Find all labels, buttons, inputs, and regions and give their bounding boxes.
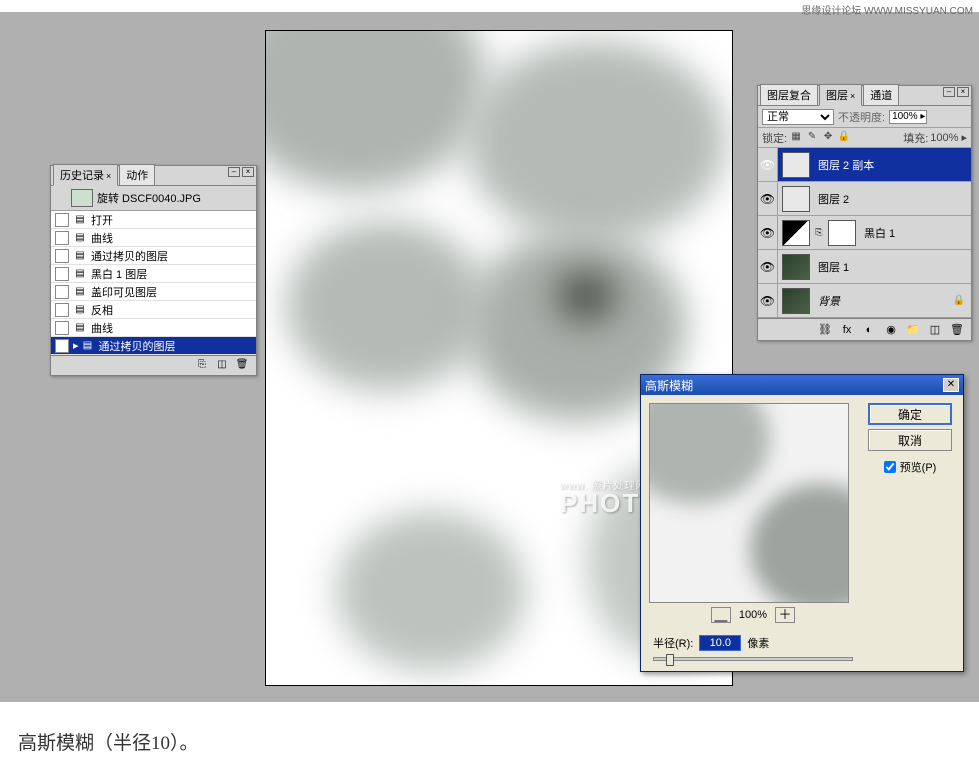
visibility-icon[interactable]: 👁 bbox=[758, 148, 778, 181]
blend-mode-select[interactable]: 正常 bbox=[762, 109, 834, 125]
layer-name[interactable]: 黑白 1 bbox=[860, 225, 895, 241]
doc-icon: ▤ bbox=[73, 267, 87, 281]
preview-box[interactable] bbox=[649, 403, 849, 603]
layer-item[interactable]: 👁 图层 2 副本 bbox=[758, 148, 971, 182]
layer-name[interactable]: 背景 bbox=[814, 293, 840, 309]
layer-thumb bbox=[782, 152, 810, 178]
lock-move-icon[interactable]: ✥ bbox=[821, 131, 835, 145]
gaussian-blur-dialog: 高斯模糊 ✕ ⎽ 100% ＋ 确定 取消 预览(P) 半径(R): 像素 bbox=[640, 374, 964, 672]
history-panel: 历史记录× 动作 – × 旋转 DSCF0040.JPG ▤打开 ▤曲线 ▤通过… bbox=[50, 165, 257, 376]
dialog-titlebar[interactable]: 高斯模糊 ✕ bbox=[641, 375, 963, 395]
lock-transparent-icon[interactable]: ▦ bbox=[789, 131, 803, 145]
layers-panel: 图层复合 图层× 通道 – × 正常 不透明度: 100% ▸ 锁定: ▦ ✎ … bbox=[757, 85, 972, 341]
history-item[interactable]: ▤打开 bbox=[51, 211, 256, 229]
watermark-top: 思缘设计论坛 WWW.MISSYUAN.COM bbox=[801, 2, 973, 17]
tab-layer-comps[interactable]: 图层复合 bbox=[760, 84, 818, 105]
history-item[interactable]: ▤盖印可见图层 bbox=[51, 283, 256, 301]
panel-minimize-icon[interactable]: – bbox=[943, 87, 955, 97]
layer-item[interactable]: 👁 ⎘ 黑白 1 bbox=[758, 216, 971, 250]
history-snapshot[interactable]: 旋转 DSCF0040.JPG bbox=[51, 186, 256, 211]
snapshot-thumb bbox=[71, 189, 93, 207]
history-cursor-icon: ▸ bbox=[73, 339, 79, 352]
lock-label: 锁定: bbox=[762, 130, 787, 146]
layer-item[interactable]: 👁 背景 🔒 bbox=[758, 284, 971, 318]
history-item[interactable]: ▤曲线 bbox=[51, 229, 256, 247]
doc-icon: ▤ bbox=[73, 303, 87, 317]
folder-icon[interactable]: 📁 bbox=[905, 323, 921, 336]
layer-name[interactable]: 图层 1 bbox=[814, 259, 849, 275]
slider-thumb[interactable] bbox=[666, 654, 674, 666]
radius-slider[interactable] bbox=[653, 657, 853, 661]
snapshot-name: 旋转 DSCF0040.JPG bbox=[97, 190, 201, 206]
caption-text: 高斯模糊（半径10）。 bbox=[18, 728, 199, 755]
fill-field[interactable]: 100% ▸ bbox=[930, 131, 967, 144]
trash-icon[interactable]: 🗑 bbox=[234, 359, 250, 373]
layer-item[interactable]: 👁 图层 1 bbox=[758, 250, 971, 284]
layer-thumb bbox=[782, 220, 810, 246]
preview-checkbox-input[interactable] bbox=[884, 461, 896, 473]
new-snapshot-icon[interactable]: ◫ bbox=[214, 359, 230, 373]
doc-icon: ▤ bbox=[73, 285, 87, 299]
layer-thumb bbox=[782, 186, 810, 212]
zoom-in-button[interactable]: ＋ bbox=[775, 607, 795, 623]
tab-channels[interactable]: 通道 bbox=[863, 84, 899, 105]
history-item[interactable]: ▤通过拷贝的图层 bbox=[51, 247, 256, 265]
history-item[interactable]: ▸ ▤ 通过拷贝的图层 bbox=[51, 337, 256, 355]
fill-label: 填充: bbox=[903, 130, 928, 146]
cancel-button[interactable]: 取消 bbox=[868, 429, 952, 451]
doc-icon: ▤ bbox=[73, 321, 87, 335]
visibility-icon[interactable]: 👁 bbox=[758, 182, 778, 215]
zoom-level: 100% bbox=[739, 609, 767, 621]
ok-button[interactable]: 确定 bbox=[868, 403, 952, 425]
visibility-icon[interactable]: 👁 bbox=[758, 216, 778, 249]
layer-mask-thumb bbox=[828, 220, 856, 246]
radius-input[interactable] bbox=[699, 635, 741, 651]
layer-thumb bbox=[782, 254, 810, 280]
tab-actions[interactable]: 动作 bbox=[119, 164, 155, 185]
adjustment-icon[interactable]: ◉ bbox=[883, 323, 899, 336]
visibility-icon[interactable]: 👁 bbox=[758, 250, 778, 283]
lock-all-icon[interactable]: 🔒 bbox=[837, 131, 851, 145]
lock-paint-icon[interactable]: ✎ bbox=[805, 131, 819, 145]
layer-item[interactable]: 👁 图层 2 bbox=[758, 182, 971, 216]
tab-history[interactable]: 历史记录× bbox=[53, 164, 118, 186]
new-layer-icon[interactable]: ◫ bbox=[927, 323, 943, 336]
history-footer: ⎘ ◫ 🗑 bbox=[51, 355, 256, 375]
history-item[interactable]: ▤黑白 1 图层 bbox=[51, 265, 256, 283]
doc-icon: ▤ bbox=[73, 249, 87, 263]
doc-icon: ▤ bbox=[73, 213, 87, 227]
history-item[interactable]: ▤曲线 bbox=[51, 319, 256, 337]
history-item[interactable]: ▤反相 bbox=[51, 301, 256, 319]
layer-name[interactable]: 图层 2 bbox=[814, 191, 849, 207]
history-list: ▤打开 ▤曲线 ▤通过拷贝的图层 ▤黑白 1 图层 ▤盖印可见图层 ▤反相 ▤曲… bbox=[51, 211, 256, 355]
lock-icon: 🔒 bbox=[953, 295, 965, 306]
mask-icon[interactable]: ◐ bbox=[861, 324, 877, 336]
link-icon[interactable]: ⎘ bbox=[814, 227, 824, 238]
fx-icon[interactable]: fx bbox=[839, 324, 855, 336]
radius-unit: 像素 bbox=[747, 635, 769, 651]
layer-name[interactable]: 图层 2 副本 bbox=[814, 157, 874, 173]
tab-layers[interactable]: 图层× bbox=[819, 84, 862, 106]
layer-thumb bbox=[782, 288, 810, 314]
zoom-out-button[interactable]: ⎽ bbox=[711, 607, 731, 623]
new-doc-icon[interactable]: ⎘ bbox=[194, 359, 210, 373]
dialog-title: 高斯模糊 bbox=[645, 377, 693, 394]
panel-close-icon[interactable]: × bbox=[242, 167, 254, 177]
radius-label: 半径(R): bbox=[653, 635, 693, 651]
panel-close-icon[interactable]: × bbox=[957, 87, 969, 97]
visibility-icon[interactable]: 👁 bbox=[758, 284, 778, 317]
doc-icon: ▤ bbox=[73, 231, 87, 245]
opacity-label: 不透明度: bbox=[838, 109, 885, 125]
panel-minimize-icon[interactable]: – bbox=[228, 167, 240, 177]
layer-list: 👁 图层 2 副本 👁 图层 2 👁 ⎘ 黑白 1 👁 图层 1 👁 背景 🔒 bbox=[758, 148, 971, 318]
link-layers-icon[interactable]: ⛓ bbox=[817, 323, 833, 336]
opacity-field[interactable]: 100% ▸ bbox=[889, 110, 927, 124]
preview-checkbox[interactable]: 预览(P) bbox=[884, 459, 937, 475]
doc-icon: ▤ bbox=[81, 339, 95, 353]
layers-footer: ⛓ fx ◐ ◉ 📁 ◫ 🗑 bbox=[758, 318, 971, 340]
trash-icon[interactable]: 🗑 bbox=[949, 323, 965, 336]
close-icon[interactable]: ✕ bbox=[943, 378, 959, 392]
